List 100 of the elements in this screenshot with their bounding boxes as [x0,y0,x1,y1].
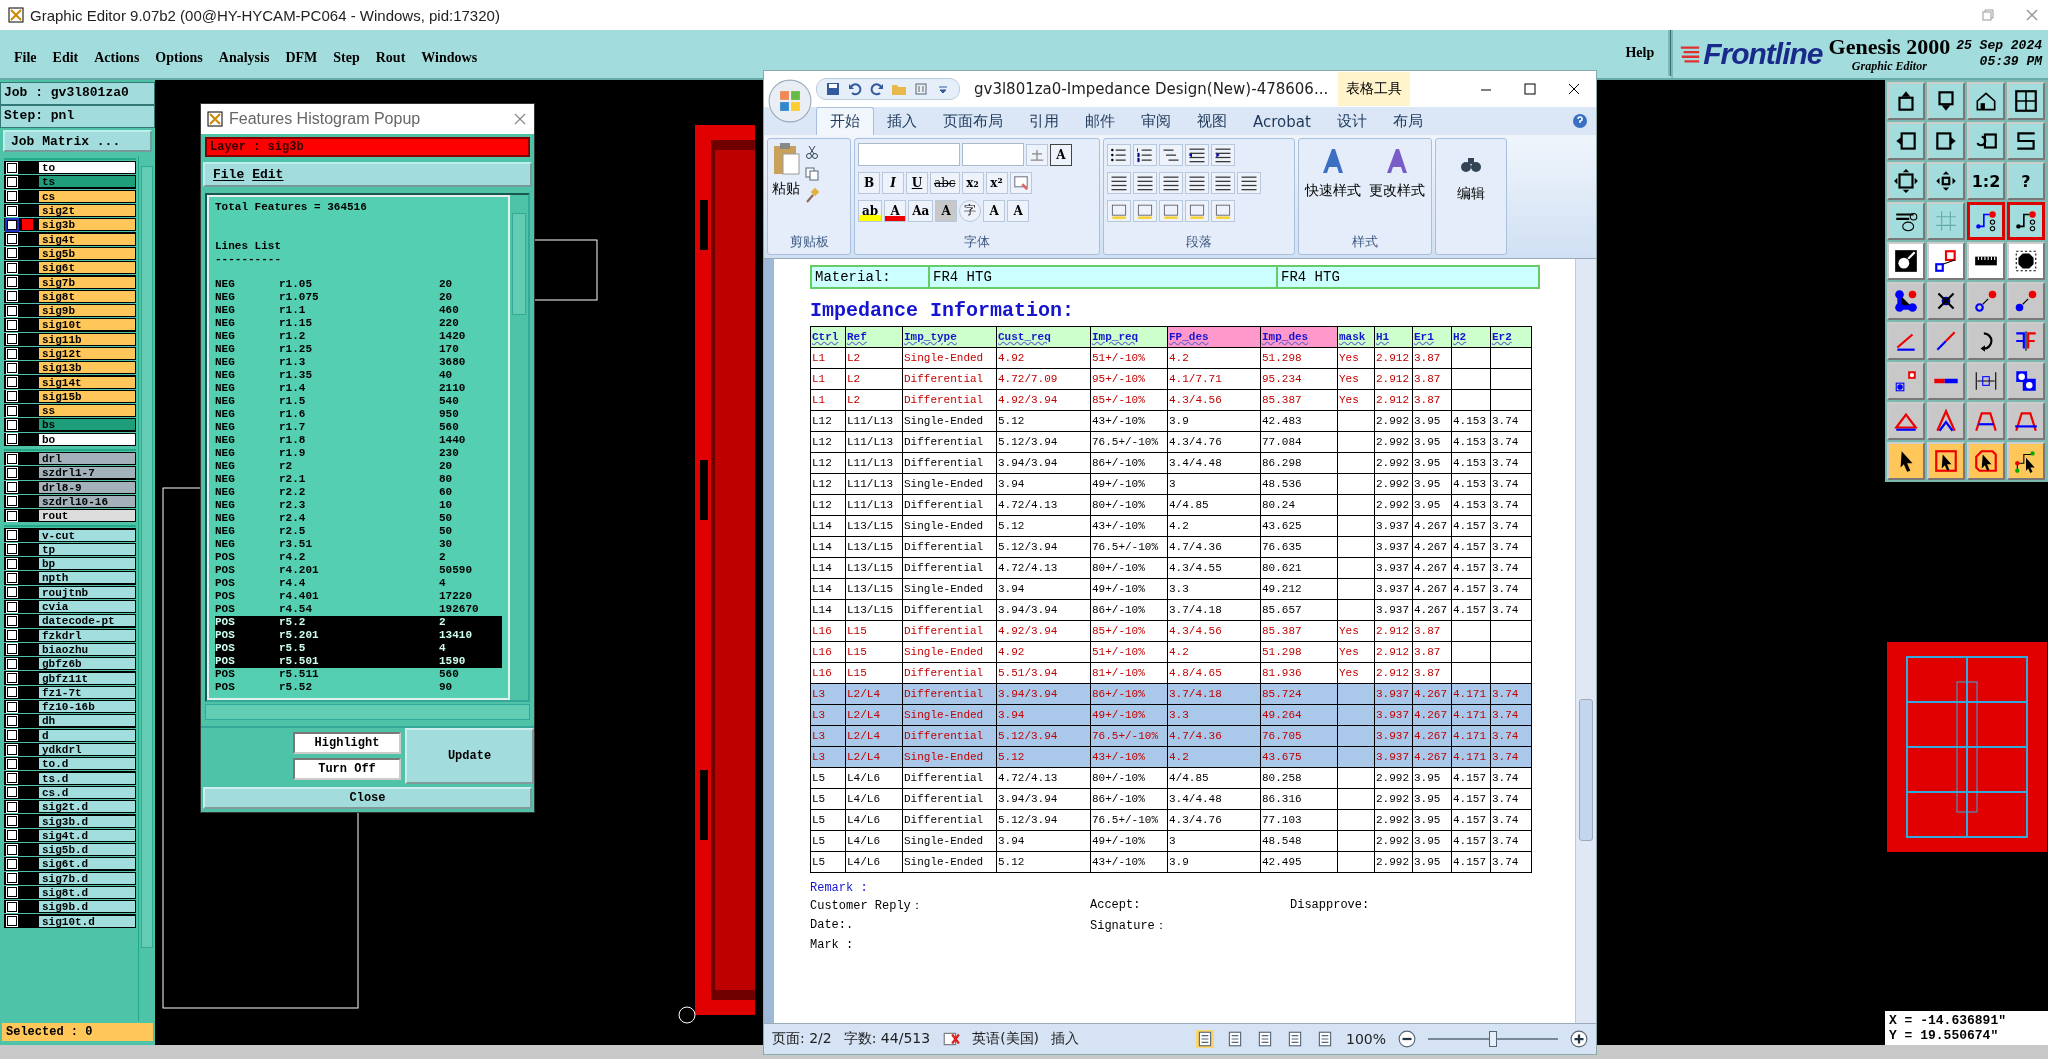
ribbon-tab[interactable]: 开始 [816,107,874,135]
layer-item[interactable]: fzkdrl [38,628,136,642]
paragraph-mark-icon[interactable] [1211,199,1235,222]
layer-checkbox[interactable] [7,601,17,612]
layer-item[interactable]: sig5b.d [38,843,136,857]
layer-item[interactable]: sig2t [38,204,136,218]
layer-checkbox[interactable] [7,219,17,230]
layer-item[interactable]: sig3b [38,218,136,232]
layer-checkbox[interactable] [7,496,17,507]
histogram-row[interactable]: NEG r2.1 80 [215,473,502,486]
layer-item[interactable]: sig6t.d [38,857,136,871]
histogram-row[interactable]: POS r5.5 4 [215,642,502,655]
character-border-button[interactable]: A [1050,143,1072,166]
histogram-row[interactable]: NEG r1.6 950 [215,408,502,421]
layer-item[interactable]: szdrl10-16 [38,494,136,508]
line-spacing-icon[interactable] [1237,171,1261,194]
layer-checkbox[interactable] [7,405,17,416]
menu-item[interactable]: Options [147,50,211,66]
layer-checkbox[interactable] [7,262,17,273]
layer-checkbox[interactable] [7,530,17,541]
justify-icon[interactable] [1185,171,1209,194]
layer-checkbox[interactable] [7,305,17,316]
layer-checkbox[interactable] [7,420,17,430]
zoom-slider[interactable] [1428,1030,1558,1048]
layer-checkbox[interactable] [7,467,17,478]
tool-button[interactable]: 1:2 [1967,162,2005,200]
layer-item[interactable]: szdrl1-7 [38,466,136,480]
histogram-row[interactable]: NEG r1.05 20 [215,278,502,291]
layer-item[interactable]: sig8t.d [38,886,136,899]
layer-checkbox[interactable] [7,334,17,345]
histogram-row[interactable]: NEG r2 20 [215,460,502,473]
layer-item[interactable]: to.d [38,757,136,771]
layer-checkbox[interactable] [7,644,17,655]
layer-checkbox[interactable] [7,234,17,245]
histogram-row[interactable]: NEG r1.2 1420 [215,330,502,343]
layer-item[interactable]: v-cut [38,528,136,542]
layer-item[interactable]: sig3b.d [38,814,136,828]
layer-item[interactable]: sig15b [38,389,136,403]
multilevel-list-icon[interactable] [1159,143,1183,166]
ribbon-tab[interactable]: Acrobat [1240,109,1324,135]
layer-item[interactable]: sig8t [38,289,136,303]
layer-checkbox[interactable] [7,558,17,569]
highlight-button[interactable]: Highlight [293,732,401,754]
histogram-row[interactable]: POS r5.501 1590 [215,655,502,668]
layer-checkbox[interactable] [7,744,17,755]
layer-item[interactable]: sig4t.d [38,828,136,842]
styles-button[interactable]: 更改样式 [1367,142,1428,204]
layer-checkbox[interactable] [7,434,17,445]
histogram-row[interactable]: POS r5.201 13410 [215,629,502,642]
histogram-row[interactable]: POS r5.2 2 [215,616,502,629]
maximize-icon[interactable] [1522,81,1538,97]
font-size-field[interactable] [962,143,1024,166]
layer-checkbox[interactable] [7,277,17,287]
layer-checkbox[interactable] [7,510,17,521]
layer-item[interactable]: gbfz6b [38,657,136,671]
histogram-row[interactable]: NEG r2.5 50 [215,525,502,538]
histogram-row[interactable]: NEG r1.9 230 [215,447,502,460]
layer-item[interactable]: tp [38,542,136,556]
turn-off-button[interactable]: Turn Off [293,758,401,780]
zoom-thumb[interactable] [1489,1031,1497,1047]
view-mode-icon[interactable] [1195,1030,1214,1048]
layer-item[interactable]: biaozhu [38,642,136,656]
layer-item[interactable]: drl [38,452,136,466]
menu-item[interactable]: File [213,167,245,182]
layer-item[interactable]: rout [38,509,136,523]
histogram-row[interactable]: NEG r1.15 220 [215,317,502,330]
histogram-row[interactable]: POS r4.54 192670 [215,603,502,616]
layer-item[interactable]: cvia [38,600,136,614]
layer-checkbox[interactable] [7,816,17,826]
save-icon[interactable] [825,81,841,97]
ribbon-tab[interactable]: 布局 [1379,108,1436,135]
layer-checkbox[interactable] [7,873,17,884]
layer-checkbox[interactable] [7,205,17,216]
menu-item[interactable]: Actions [86,50,148,66]
layer-checkbox[interactable] [7,715,17,726]
layer-checkbox[interactable] [7,453,17,464]
scrollbar[interactable] [1575,259,1596,1023]
layer-item[interactable]: cs [38,189,136,203]
borders-icon[interactable] [1133,199,1157,222]
close-button[interactable]: Close [203,787,532,809]
distributed-icon[interactable] [1211,171,1235,194]
layer-item[interactable]: sig2t.d [38,800,136,814]
layer-item[interactable]: sig9b [38,304,136,318]
layer-checkbox[interactable] [7,701,17,712]
layer-item[interactable]: fz10-16b [38,700,136,714]
histogram-row[interactable]: NEG r3.51 30 [215,538,502,551]
tool-button[interactable] [2007,202,2045,240]
ribbon-tab[interactable]: 邮件 [1072,108,1128,135]
help-icon[interactable] [1572,113,1588,129]
layer-item[interactable]: ss [38,404,136,418]
format-button[interactable]: A [1007,199,1030,222]
layer-item[interactable]: sig11b [38,332,136,346]
histogram-row[interactable]: POS r4.401 17220 [215,590,502,603]
histogram-row[interactable]: NEG r2.2 60 [215,486,502,499]
layer-item[interactable]: ts.d [38,771,136,785]
format-button[interactable]: I [882,171,904,194]
layer-item[interactable]: sig7b.d [38,871,136,885]
layer-item[interactable]: sig14t [38,375,136,389]
layer-item[interactable]: sig9b.d [38,900,136,914]
zoom-in-icon[interactable] [1570,1030,1588,1048]
